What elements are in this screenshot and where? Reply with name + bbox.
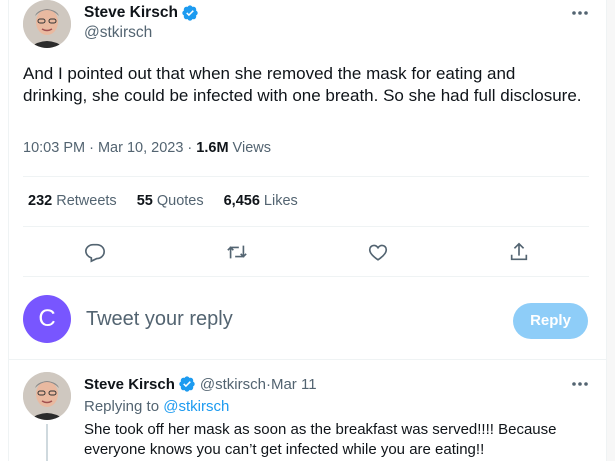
reply-author-name[interactable]: Steve Kirsch (84, 376, 175, 393)
retweet-icon[interactable] (225, 240, 249, 264)
replying-to: Replying to @stkirsch (84, 398, 229, 415)
reply-header: Steve Kirsch @stkirsch · Mar 11 (84, 375, 317, 393)
quotes-count: 55 (136, 193, 153, 209)
engagement-stats: 232 Retweets 55 Quotes 6,456 Likes (28, 193, 318, 209)
reply-author-photo (23, 372, 71, 420)
author-name-line: Steve Kirsch (84, 4, 199, 22)
thread-line (46, 424, 48, 461)
retweets-count: 232 (28, 193, 53, 209)
divider (9, 359, 606, 360)
likes-count: 6,456 (223, 193, 260, 209)
current-user-avatar[interactable]: C (23, 295, 71, 343)
reply-input[interactable]: Tweet your reply (86, 308, 233, 331)
share-icon[interactable] (507, 240, 531, 264)
likes-label: Likes (259, 193, 298, 209)
replying-to-handle[interactable]: @stkirsch (163, 398, 229, 415)
divider (23, 226, 589, 227)
verified-badge-icon (178, 375, 196, 393)
quotes-stat[interactable]: 55 Quotes (137, 193, 204, 209)
more-options-icon[interactable] (569, 8, 591, 18)
views-count: 1.6M (196, 140, 229, 156)
left-border (8, 0, 9, 461)
tweet-timestamp[interactable]: 10:03 PM · Mar 10, 2023 · (23, 140, 196, 156)
scrollbar[interactable] (607, 0, 615, 461)
reply-text: She took off her mask as soon as the bre… (84, 421, 557, 458)
reply-date[interactable]: Mar 11 (271, 376, 317, 393)
views-label: Views (228, 140, 271, 156)
reply-icon[interactable] (83, 240, 107, 264)
likes-stat[interactable]: 6,456 Likes (224, 193, 298, 209)
more-options-icon[interactable] (569, 379, 591, 389)
author-avatar[interactable] (23, 0, 71, 48)
author-name[interactable]: Steve Kirsch (84, 4, 178, 22)
quotes-label: Quotes (152, 193, 204, 209)
retweets-stat[interactable]: 232 Retweets (28, 193, 117, 209)
verified-badge-icon (181, 4, 199, 22)
author-photo (23, 0, 71, 48)
tweet-text: And I pointed out that when she removed … (23, 64, 582, 105)
author-handle[interactable]: @stkirsch (84, 24, 152, 42)
divider (23, 276, 589, 277)
reply-author-handle[interactable]: @stkirsch (200, 376, 266, 393)
divider (23, 176, 589, 177)
like-icon[interactable] (366, 240, 390, 264)
reply-button[interactable]: Reply (513, 303, 588, 339)
retweets-label: Retweets (52, 193, 117, 209)
replying-to-label: Replying to (84, 398, 164, 415)
reply-author-avatar[interactable] (23, 372, 71, 420)
tweet-meta: 10:03 PM · Mar 10, 2023 · 1.6M Views (23, 140, 271, 156)
